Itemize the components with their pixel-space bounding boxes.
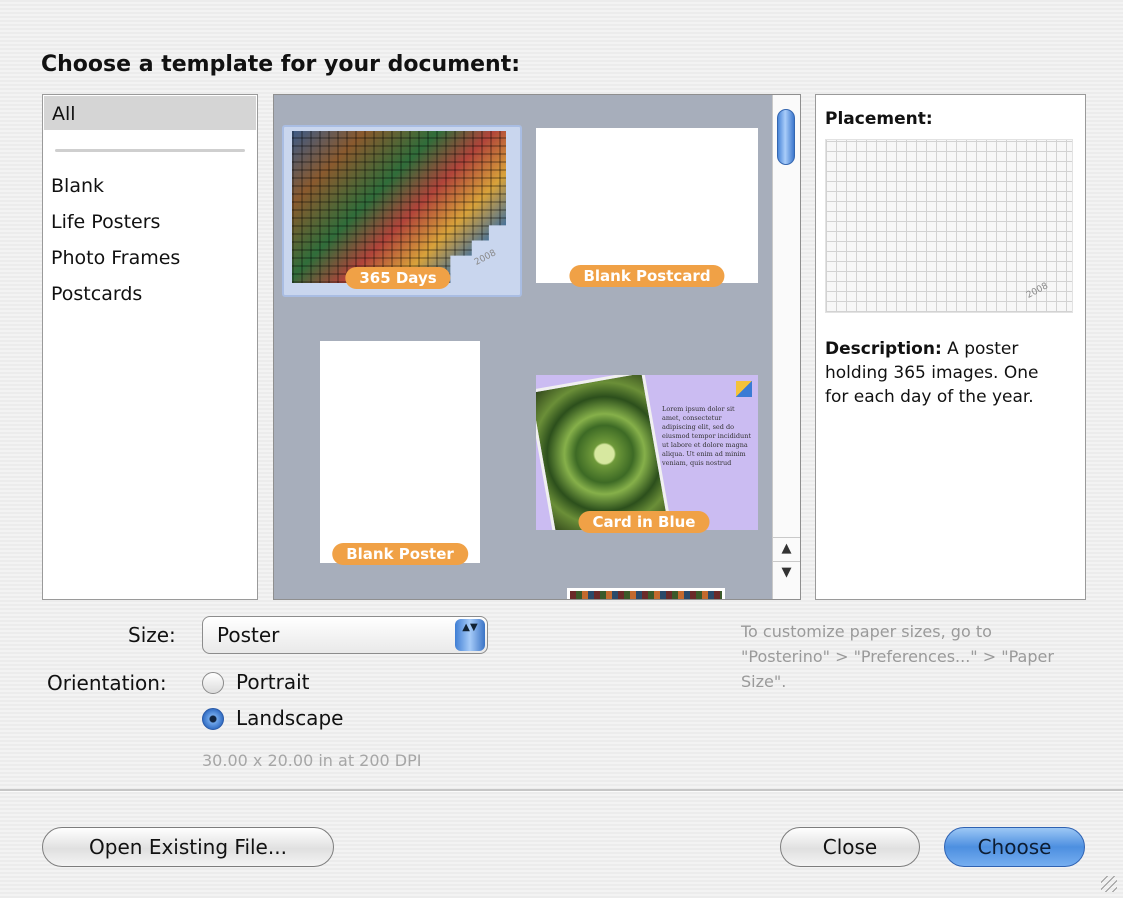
template-label: 365 Days [345, 267, 451, 289]
select-arrows-icon: ▲▼ [455, 619, 485, 651]
card-photo [536, 375, 671, 530]
scroll-down-arrow-icon[interactable]: ▼ [773, 561, 800, 584]
template-card-in-blue[interactable]: Lorem ipsum dolor sit amet, consectetur … [536, 375, 758, 530]
dialog-heading: Choose a template for your document: [41, 52, 521, 77]
description-label: Description: [825, 339, 942, 359]
template-description: Description: A poster holding 365 images… [825, 337, 1065, 409]
card-logo-icon [736, 381, 752, 397]
category-list: All Blank Life Posters Photo Frames Post… [42, 94, 258, 600]
resize-grip-icon[interactable] [1101, 876, 1117, 892]
placement-label: Placement: [825, 109, 933, 129]
orientation-label: Orientation: [47, 671, 167, 695]
landscape-label[interactable]: Landscape [236, 706, 343, 730]
template-grid: 2008 365 Days Blank Postcard Blank Poste… [273, 94, 801, 600]
scroll-up-arrow-icon[interactable]: ▲ [773, 537, 800, 560]
category-item-all[interactable]: All [44, 96, 256, 130]
template-blank-postcard[interactable] [536, 128, 758, 283]
size-value: Poster [217, 623, 280, 647]
dialog-divider [0, 789, 1123, 792]
category-item-postcards[interactable]: Postcards [51, 283, 142, 305]
open-existing-file-button[interactable]: Open Existing File... [42, 827, 334, 867]
choose-button[interactable]: Choose [944, 827, 1085, 867]
placement-year-stamp: 2008 [1024, 281, 1050, 301]
close-button[interactable]: Close [780, 827, 920, 867]
category-item-photo-frames[interactable]: Photo Frames [51, 247, 180, 269]
card-body-text: Lorem ipsum dolor sit amet, consectetur … [662, 405, 751, 467]
scroll-thumb[interactable] [777, 109, 795, 165]
template-blank-poster[interactable] [320, 341, 480, 563]
dimensions-text: 30.00 x 20.00 in at 200 DPI [202, 751, 422, 770]
template-scrollbar[interactable]: ▲ ▼ [772, 95, 800, 599]
size-label: Size: [128, 623, 176, 647]
category-item-blank[interactable]: Blank [51, 175, 104, 197]
template-partial-thumbnail[interactable] [567, 588, 725, 599]
placement-preview: 2008 [825, 139, 1073, 313]
template-label: Blank Postcard [569, 265, 725, 287]
size-select[interactable]: Poster ▲▼ [202, 616, 488, 654]
category-separator [55, 149, 245, 152]
portrait-label[interactable]: Portrait [236, 670, 310, 694]
portrait-radio[interactable] [202, 672, 224, 694]
template-info-panel: Placement: 2008 Description: A poster ho… [815, 94, 1086, 600]
paper-size-hint: To customize paper sizes, go to "Posteri… [741, 622, 1054, 691]
category-label: All [52, 103, 76, 125]
template-label: Blank Poster [332, 543, 468, 565]
landscape-radio[interactable] [202, 708, 224, 730]
category-item-life-posters[interactable]: Life Posters [51, 211, 160, 233]
template-label: Card in Blue [578, 511, 710, 533]
